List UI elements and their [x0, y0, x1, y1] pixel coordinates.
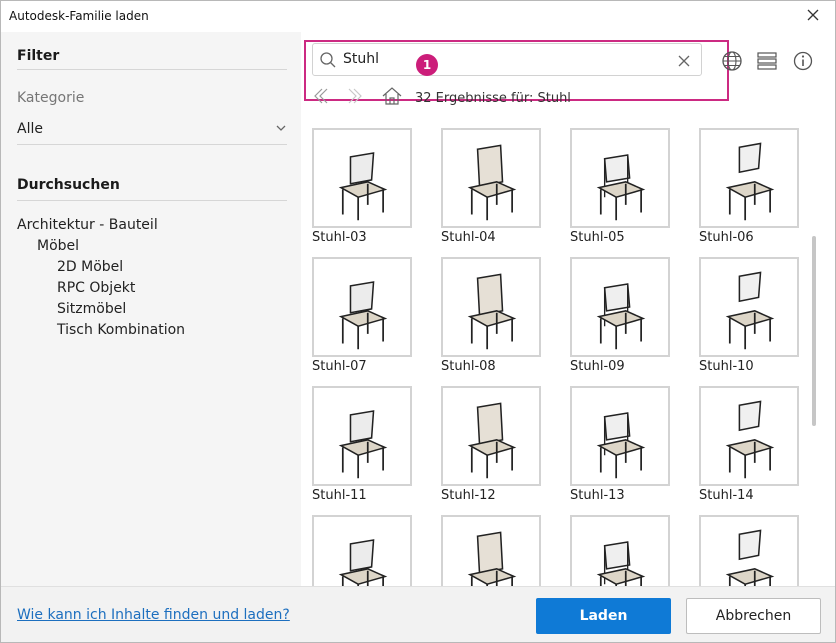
result-name: Stuhl-05 [570, 230, 625, 245]
tree-item[interactable]: Architektur - Bauteil [17, 217, 158, 233]
chair-icon [441, 515, 541, 586]
chair-icon [699, 257, 799, 357]
chair-icon [699, 386, 799, 486]
result-tile[interactable]: Stuhl-14 [699, 386, 799, 503]
result-tile[interactable]: Stuhl-11 [312, 386, 412, 503]
cancel-button[interactable]: Abbrechen [686, 598, 821, 634]
result-name: Stuhl-09 [570, 359, 625, 374]
chair-icon [570, 128, 670, 228]
chair-icon [312, 128, 412, 228]
chair-icon [312, 386, 412, 486]
navigation-bar: 32 Ergebnisse für: Stuhl [311, 86, 811, 110]
result-tile[interactable]: Stuhl-09 [570, 257, 670, 374]
result-tile[interactable] [570, 515, 670, 586]
results-panel: Stuhl 1 32 Ergebnisse für: Stuhl Stuhl-0… [301, 32, 835, 586]
chair-icon [441, 257, 541, 357]
search-box[interactable]: Stuhl 1 [304, 40, 729, 101]
tree-item[interactable]: Sitzmöbel [57, 301, 126, 317]
footer: Wie kann ich Inhalte finden und laden? L… [1, 586, 835, 642]
chair-icon [570, 515, 670, 586]
result-name: Stuhl-06 [699, 230, 754, 245]
result-tile[interactable]: Stuhl-13 [570, 386, 670, 503]
result-name: Stuhl-04 [441, 230, 496, 245]
result-name: Stuhl-08 [441, 359, 496, 374]
result-name: Stuhl-10 [699, 359, 754, 374]
breadcrumb: 32 Ergebnisse für: Stuhl [415, 91, 571, 106]
home-icon[interactable] [381, 86, 403, 110]
result-tile[interactable]: Stuhl-10 [699, 257, 799, 374]
result-tile[interactable]: Stuhl-05 [570, 128, 670, 245]
result-tile[interactable]: Stuhl-12 [441, 386, 541, 503]
chair-icon [699, 128, 799, 228]
forward-icon[interactable] [345, 86, 365, 110]
result-tile[interactable]: Stuhl-03 [312, 128, 412, 245]
result-name: Stuhl-03 [312, 230, 367, 245]
result-tile[interactable]: Stuhl-07 [312, 257, 412, 374]
chair-icon [441, 128, 541, 228]
result-tile[interactable] [441, 515, 541, 586]
result-name: Stuhl-13 [570, 488, 625, 503]
window-title: Autodesk-Familie laden [9, 9, 149, 23]
tree-item[interactable]: 2D Möbel [57, 259, 123, 275]
globe-icon[interactable] [720, 49, 744, 73]
filter-sidebar: Filter Kategorie Alle Durchsuchen Archit… [1, 32, 301, 586]
category-select[interactable]: Alle [17, 118, 287, 142]
result-tile[interactable] [699, 515, 799, 586]
result-name: Stuhl-14 [699, 488, 754, 503]
result-tile[interactable]: Stuhl-06 [699, 128, 799, 245]
callout-badge: 1 [416, 54, 438, 76]
divider [17, 144, 287, 145]
chevron-down-icon [275, 122, 287, 138]
filter-heading: Filter [17, 48, 60, 64]
close-icon[interactable] [803, 5, 823, 25]
list-view-icon[interactable] [755, 49, 779, 73]
chair-icon [570, 386, 670, 486]
divider [17, 69, 287, 70]
result-name: Stuhl-12 [441, 488, 496, 503]
info-icon[interactable] [791, 49, 815, 73]
result-tile[interactable]: Stuhl-08 [441, 257, 541, 374]
tree-item[interactable]: Tisch Kombination [57, 322, 185, 338]
chair-icon [312, 257, 412, 357]
chair-icon [312, 515, 412, 586]
title-bar: Autodesk-Familie laden [1, 1, 835, 32]
load-family-dialog: Autodesk-Familie laden Filter Kategorie … [0, 0, 836, 643]
chair-icon [570, 257, 670, 357]
back-icon[interactable] [311, 86, 331, 110]
help-link[interactable]: Wie kann ich Inhalte finden und laden? [17, 607, 290, 623]
tree-item[interactable]: Möbel [37, 238, 79, 254]
category-value: Alle [17, 121, 43, 137]
scrollbar[interactable] [812, 236, 816, 426]
result-name: Stuhl-11 [312, 488, 367, 503]
chair-icon [699, 515, 799, 586]
result-tile[interactable]: Stuhl-04 [441, 128, 541, 245]
load-button[interactable]: Laden [536, 598, 671, 634]
result-tile[interactable] [312, 515, 412, 586]
tree-item[interactable]: RPC Objekt [57, 280, 135, 296]
divider [17, 200, 287, 201]
result-name: Stuhl-07 [312, 359, 367, 374]
chair-icon [441, 386, 541, 486]
browse-heading: Durchsuchen [17, 177, 120, 193]
results-grid: Stuhl-03 Stuhl-04 Stuhl-05 Stuhl-06 Stuhl-07… [301, 128, 809, 586]
category-label: Kategorie [17, 90, 85, 106]
